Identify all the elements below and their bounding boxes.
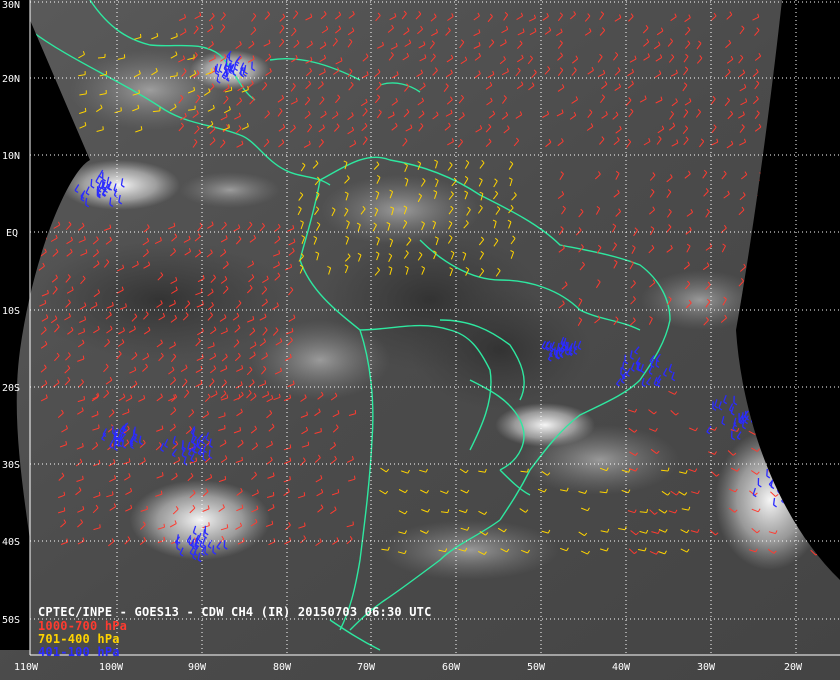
wind-barb-feather	[163, 523, 165, 528]
wind-barb-feather	[239, 427, 242, 431]
lat-label-10n: 10N	[2, 151, 20, 162]
lat-label-30s: 30S	[2, 460, 20, 471]
dark-region-central-brazil	[410, 290, 590, 410]
wind-barb-high	[741, 412, 744, 420]
cloud-pacific-south	[250, 320, 390, 400]
lat-label-50s: 50S	[2, 615, 20, 626]
wind-barb-high	[553, 347, 556, 355]
wind-barb-feather	[98, 424, 100, 429]
lat-label-20s: 20S	[2, 383, 20, 394]
wind-barb-feather	[163, 536, 166, 541]
wind-barb-high	[195, 537, 198, 545]
wind-barb-feather	[320, 428, 322, 432]
wind-barb-feather	[138, 89, 140, 94]
wind-barb-high	[85, 197, 88, 205]
wind-barb-feather	[128, 458, 131, 462]
wind-barb-feather	[140, 126, 143, 130]
cloud-colombia	[320, 175, 480, 245]
cloud-pacific-sw	[130, 480, 270, 560]
wind-barb-feather	[98, 459, 101, 464]
wind-barb-feather	[278, 393, 281, 398]
wind-barb-feather	[208, 522, 210, 526]
wind-barb-feather	[82, 475, 84, 480]
wind-barb-feather	[224, 475, 227, 480]
lon-label-30w: 30W	[697, 662, 716, 673]
lon-label-110w: 110W	[14, 662, 39, 673]
caption-title: CPTEC/INPE - GOES13 - CDW CH4 (IR) 20150…	[38, 605, 432, 619]
lon-label-100w: 100W	[99, 662, 124, 673]
wind-barb-feather	[289, 476, 291, 480]
cloud-patagonia	[380, 520, 560, 580]
wind-barb-feather	[228, 124, 230, 128]
wind-barb-feather	[226, 524, 229, 528]
legend-low-level: 1000-700 hPa	[38, 619, 127, 633]
wind-barb-high	[113, 441, 116, 449]
lon-label-40w: 40W	[612, 662, 631, 673]
wind-barb-feather	[195, 457, 197, 462]
wind-barb-feather	[63, 491, 66, 496]
wind-barb-high	[109, 197, 112, 205]
wind-barb-feather	[226, 394, 229, 399]
legend-mid-level: 701-400 hPa	[38, 632, 120, 646]
wind-barb-high	[204, 545, 207, 554]
lat-label-30n: 30N	[2, 0, 20, 11]
wind-barb-feather	[176, 32, 178, 37]
cloud-itcz-2	[180, 172, 280, 208]
wind-barb-high	[202, 451, 205, 459]
lat-label-20n: 20N	[2, 74, 20, 85]
wind-barb-high	[115, 437, 118, 445]
wind-barb-feather	[271, 520, 274, 525]
wind-barb-feather	[354, 410, 357, 414]
legend-high-level: 401-100 hPa	[38, 645, 120, 659]
lat-label-40s: 40S	[2, 537, 20, 548]
wind-barb	[97, 56, 105, 59]
wind-barb-feather	[83, 396, 85, 400]
wind-barb-feather	[224, 425, 226, 429]
wind-barb-high	[212, 545, 215, 553]
wind-barb-feather	[160, 490, 163, 495]
satellite-imagery	[0, 0, 840, 680]
wind-barb-feather	[354, 475, 356, 480]
lon-label-80w: 80W	[273, 662, 292, 673]
wind-barb-high	[208, 449, 211, 457]
lat-label-10s: 10S	[2, 306, 20, 317]
wind-barb	[152, 110, 160, 113]
lon-label-70w: 70W	[357, 662, 376, 673]
wind-barb-feather	[241, 456, 243, 461]
wind-barb-feather	[146, 505, 148, 510]
wind-barb-feather	[98, 491, 101, 496]
wind-barb-high	[90, 179, 93, 187]
lon-label-20w: 20W	[784, 662, 803, 673]
wind-barb-feather	[304, 522, 306, 527]
lat-label-eq: EQ	[6, 228, 18, 239]
wind-barb-feather	[63, 507, 66, 511]
wind-barb-feather	[337, 489, 340, 493]
wind-barb-feather	[303, 492, 306, 496]
wind-barb-high	[772, 497, 776, 505]
wind-barb-feather	[247, 86, 249, 90]
wind-barb-high	[203, 529, 206, 537]
wind-barb-feather	[289, 444, 292, 448]
wind-barb-feather	[82, 355, 85, 360]
wind-barb-feather	[224, 412, 226, 416]
lon-label-50w: 50W	[527, 662, 546, 673]
cloud-south-atlantic	[520, 425, 680, 495]
wind-barb-high	[122, 439, 124, 447]
lon-label-60w: 60W	[442, 662, 461, 673]
satellite-wind-map: 30N 20N 10N EQ 10S 20S 30S 40S 50S 110W …	[0, 0, 840, 680]
wind-barb-feather	[120, 107, 122, 111]
wind-barb-feather	[161, 472, 164, 476]
lon-label-90w: 90W	[188, 662, 207, 673]
wind-barb-feather	[112, 491, 114, 495]
wind-barb-high	[766, 468, 768, 476]
wind-barb-feather	[84, 107, 87, 112]
